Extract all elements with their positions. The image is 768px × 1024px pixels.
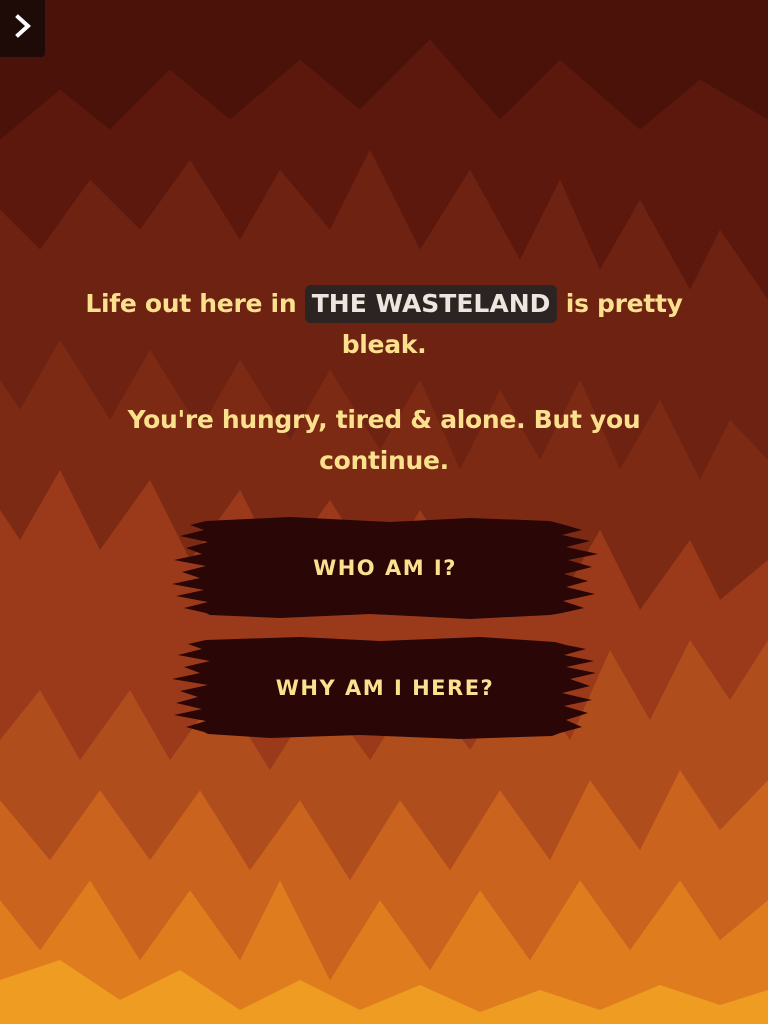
game-screen: Life out here in THE WASTELAND is pretty…: [0, 0, 768, 1024]
story-text-before-tag: Life out here in: [85, 289, 305, 318]
choice-who-am-i-button[interactable]: WHO AM I?: [170, 517, 600, 619]
wasteland-background: [0, 0, 768, 1024]
story-paragraph-1: Life out here in THE WASTELAND is pretty…: [84, 283, 684, 365]
chevron-right-icon: [12, 13, 34, 44]
menu-toggle-button[interactable]: [0, 0, 45, 57]
story-paragraph-2: You're hungry, tired & alone. But you co…: [127, 405, 641, 475]
choice-why-am-i-here-button[interactable]: WHY AM I HERE?: [170, 637, 600, 739]
location-tag: THE WASTELAND: [304, 285, 558, 323]
choice-label: WHO AM I?: [313, 556, 457, 580]
choice-label: WHY AM I HERE?: [275, 676, 495, 700]
story-text: Life out here in THE WASTELAND is pretty…: [84, 283, 684, 481]
